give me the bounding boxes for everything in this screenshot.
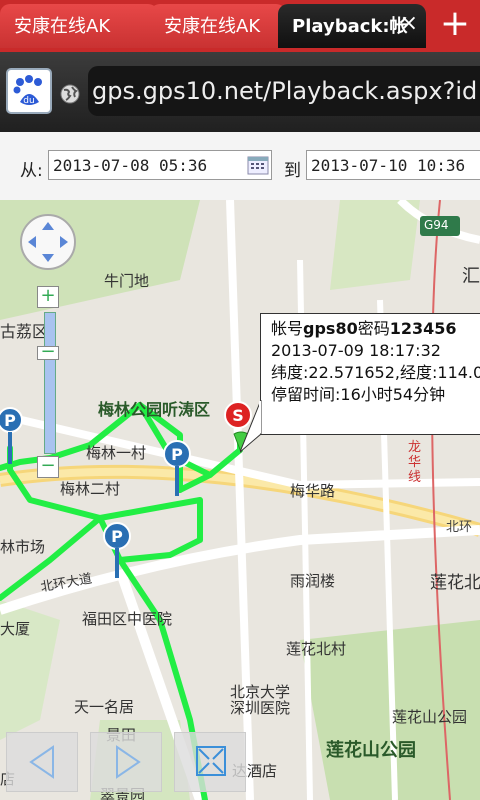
fit-route-button[interactable]	[174, 732, 246, 792]
arrow-right-icon	[116, 745, 141, 779]
tab-ankang-2[interactable]: 安康在线AK	[150, 4, 286, 48]
from-date-input[interactable]: 2013-07-08 05:36	[48, 150, 272, 180]
map-label: 北环	[446, 520, 473, 535]
popup-account-line: 帐号gps80密码123456	[271, 318, 479, 340]
zoom-slider[interactable]	[44, 312, 56, 454]
map-label: 北京大学深圳医院	[230, 683, 291, 717]
map-label: 莲花北村	[286, 640, 347, 658]
info-popup: 帐号gps80密码123456 2013-07-09 18:17:32 纬度:2…	[260, 313, 480, 435]
map-label: 雨润楼	[290, 572, 336, 590]
tab-label: 安康在线AK	[14, 16, 111, 37]
baidu-paw-icon[interactable]: du	[6, 68, 52, 114]
map-label: 汇	[462, 266, 480, 287]
new-tab-button[interactable]: +	[440, 4, 470, 44]
from-label: 从:	[20, 161, 43, 181]
globe-icon	[60, 84, 80, 104]
password-value: 123456	[389, 319, 457, 338]
popup-stay-time: 停留时间:16小时54分钟	[271, 385, 446, 404]
map-label: 梅林二村	[60, 480, 121, 498]
account-value: gps80	[303, 319, 358, 338]
account-prefix: 帐号	[271, 319, 304, 338]
calendar-icon[interactable]	[247, 155, 269, 175]
url-input[interactable]: gps.gps10.net/Playback.aspx?id	[88, 66, 480, 116]
svg-text:P: P	[111, 527, 123, 546]
close-tab-icon[interactable]: ×	[400, 11, 418, 36]
address-bar: du gps.gps10.net/Playback.aspx?id	[0, 52, 480, 132]
zoom-in-button[interactable]: +	[37, 286, 59, 308]
map-label: 梅林公园听涛区	[98, 400, 211, 419]
pan-control[interactable]	[20, 214, 76, 270]
map-label: 龙华线	[408, 440, 422, 485]
highway-sign: G94	[424, 218, 449, 232]
map-label: 莲花山公园	[392, 708, 468, 726]
parking-marker-icon[interactable]: P	[162, 440, 192, 500]
arrow-left-icon	[29, 745, 54, 779]
map-label: 莲花山公园	[326, 740, 416, 761]
popup-coords: 纬度:22.571652,经度:114.0	[271, 363, 480, 382]
zoom-out-button[interactable]: −	[37, 456, 59, 478]
map-label: 莲花北	[430, 573, 480, 593]
map-label: 梅林一村	[86, 444, 147, 462]
popup-datetime: 2013-07-09 18:17:32	[271, 341, 441, 360]
map-view[interactable]: 牛门地 梅林公园听涛区 梅林一村 梅林二村 梅华路 林市场 北环大道 福田区中医…	[0, 200, 480, 800]
map-label: 牛门地	[104, 272, 150, 290]
date-range-bar: 从: 2013-07-08 05:36 到 2013-07-10 10:36	[0, 132, 480, 201]
map-label: 梅华路	[290, 482, 336, 500]
to-date-value: 2013-07-10 10:36	[311, 156, 466, 175]
map-label: 大厦	[0, 620, 31, 638]
password-prefix: 密码	[357, 319, 390, 338]
tab-playback[interactable]: Playback:帐 ×	[278, 4, 426, 48]
svg-text:P: P	[171, 445, 183, 464]
fullscreen-icon	[196, 746, 226, 776]
previous-button[interactable]	[6, 732, 78, 792]
parking-marker-icon[interactable]: P	[0, 406, 26, 466]
map-label: 林市场	[0, 538, 46, 556]
from-date-value: 2013-07-08 05:36	[53, 156, 208, 175]
to-date-input[interactable]: 2013-07-10 10:36	[306, 150, 480, 180]
map-label: 福田区中医院	[82, 610, 173, 628]
map-label: 天一名居	[74, 698, 135, 716]
next-button[interactable]	[90, 732, 162, 792]
tab-label: Playback:帐	[292, 16, 408, 37]
tab-label: 安康在线AK	[164, 16, 261, 37]
svg-text:du: du	[23, 96, 34, 106]
parking-marker-icon[interactable]: P	[102, 522, 132, 582]
tab-bar: 安康在线AK 安康在线AK Playback:帐 × +	[0, 0, 480, 52]
popup-pointer	[240, 400, 262, 453]
zoom-thumb[interactable]: −	[37, 343, 59, 361]
tab-ankang-1[interactable]: 安康在线AK	[0, 4, 158, 48]
to-label: 到	[284, 161, 301, 181]
map-label: 古荔区	[0, 322, 49, 341]
svg-text:P: P	[4, 411, 16, 430]
